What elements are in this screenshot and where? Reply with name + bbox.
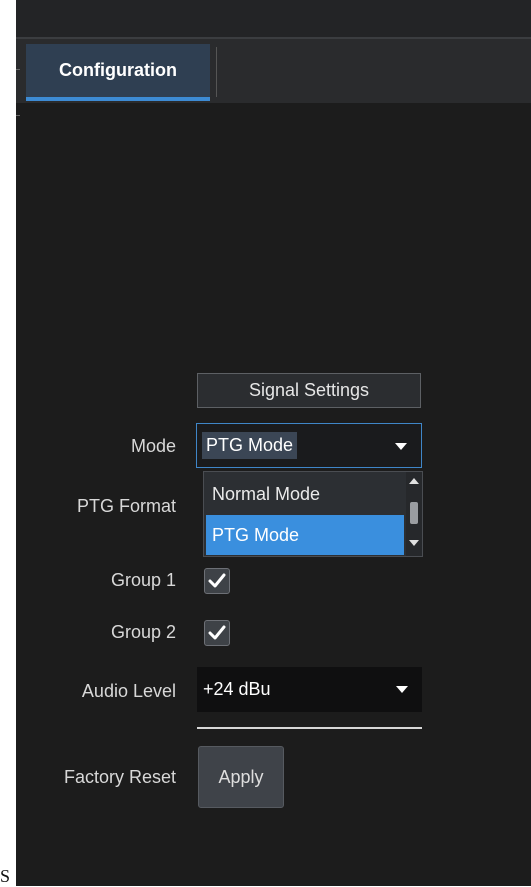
factory-reset-label: Factory Reset xyxy=(63,767,176,787)
audio-level-select[interactable]: +24 dBu xyxy=(197,667,422,712)
panel-edge-mark xyxy=(16,115,20,116)
scroll-up-arrow-icon[interactable] xyxy=(409,478,419,484)
group1-label: Group 1 xyxy=(110,570,176,590)
ptg-format-label: PTG Format xyxy=(76,496,176,516)
tab-configuration[interactable]: Configuration xyxy=(26,44,210,101)
tab-bar: Configuration xyxy=(16,39,531,103)
chevron-down-icon xyxy=(396,686,408,693)
group2-checkbox[interactable] xyxy=(204,620,230,646)
mode-select[interactable]: PTG Mode xyxy=(196,423,422,468)
chevron-down-icon xyxy=(395,443,407,450)
mode-label: Mode xyxy=(130,436,176,456)
checkmark-icon xyxy=(208,573,226,588)
audio-level-label: Audio Level xyxy=(81,681,176,701)
scroll-down-arrow-icon[interactable] xyxy=(409,540,419,546)
stray-text: S xyxy=(0,866,11,886)
group2-label: Group 2 xyxy=(110,622,176,642)
audio-level-underline xyxy=(197,727,422,729)
dropdown-scrollbar[interactable] xyxy=(406,472,422,556)
tab-bar-edge xyxy=(16,69,20,70)
audio-level-value: +24 dBu xyxy=(203,679,271,699)
title-bar xyxy=(16,0,531,39)
mode-dropdown-list: Normal Mode PTG Mode xyxy=(203,471,423,557)
apply-button[interactable]: Apply xyxy=(198,746,284,808)
scrollbar-thumb[interactable] xyxy=(410,502,418,524)
mode-option-normal[interactable]: Normal Mode xyxy=(206,474,404,514)
signal-settings-header: Signal Settings xyxy=(197,373,421,408)
mode-select-value: PTG Mode xyxy=(202,432,298,459)
checkmark-icon xyxy=(208,625,226,640)
config-panel: Configuration Signal Settings Mode PTG M… xyxy=(16,0,531,886)
mode-option-ptg[interactable]: PTG Mode xyxy=(206,515,404,555)
group1-checkbox[interactable] xyxy=(204,568,230,594)
tab-divider xyxy=(216,47,217,97)
